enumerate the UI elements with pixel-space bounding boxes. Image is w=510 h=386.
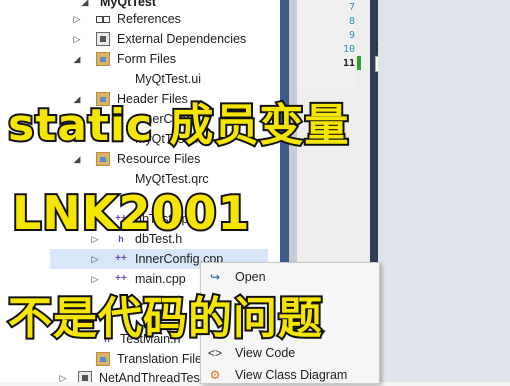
line-number: 10	[342, 44, 355, 55]
tree-item-label: References	[117, 12, 181, 26]
tree-item-form-files[interactable]: ◢ Form Files	[0, 49, 280, 69]
menu-item-label: View Class Diagram	[235, 368, 348, 382]
tree-item-label: NetAndThreadTest	[99, 371, 204, 382]
tree-item-external-dependencies[interactable]: ▷ External Dependencies	[0, 29, 280, 49]
tree-item-references[interactable]: ▷ References	[0, 9, 280, 29]
line-number: 8	[348, 16, 355, 27]
tree-item-label: MyQtTest.ui	[135, 72, 201, 86]
change-indicator	[357, 56, 361, 70]
tree-item-label: Translation Files	[117, 352, 209, 366]
folder-icon	[96, 152, 110, 166]
expand-arrow-icon[interactable]: ▷	[72, 9, 82, 29]
menu-item-view-class-diagram[interactable]: ⚙ View Class Diagram	[201, 364, 379, 386]
folder-icon	[96, 352, 110, 366]
class-diagram-icon: ⚙	[209, 368, 221, 382]
tree-item-label: Form Files	[117, 52, 177, 66]
overlay-caption-static: static 成员变量	[6, 98, 350, 153]
external-dependencies-icon	[96, 32, 110, 46]
line-number-gutter: 7 8 9 10 11	[297, 0, 355, 90]
project-icon	[78, 371, 92, 382]
references-icon	[96, 12, 110, 26]
tree-item-myqttest-ui[interactable]: MyQtTest.ui	[0, 69, 280, 89]
line-number: 7	[348, 2, 355, 13]
collapse-arrow-icon[interactable]: ◢	[72, 49, 82, 69]
overlay-caption-not-code: 不是代码的问题	[6, 291, 324, 346]
overlay-caption-lnk2001: LNK2001	[10, 184, 251, 242]
expand-arrow-icon[interactable]: ▷	[72, 29, 82, 49]
expand-arrow-icon[interactable]: ▷	[90, 249, 100, 269]
folder-icon	[96, 52, 110, 66]
line-number: 9	[348, 30, 355, 41]
tree-item-label: External Dependencies	[117, 32, 247, 46]
expand-arrow-icon[interactable]: ▷	[58, 368, 68, 382]
cpp-file-icon: ++	[115, 253, 127, 264]
editor-right-pane	[378, 0, 510, 382]
active-line-number: 11	[342, 58, 355, 69]
